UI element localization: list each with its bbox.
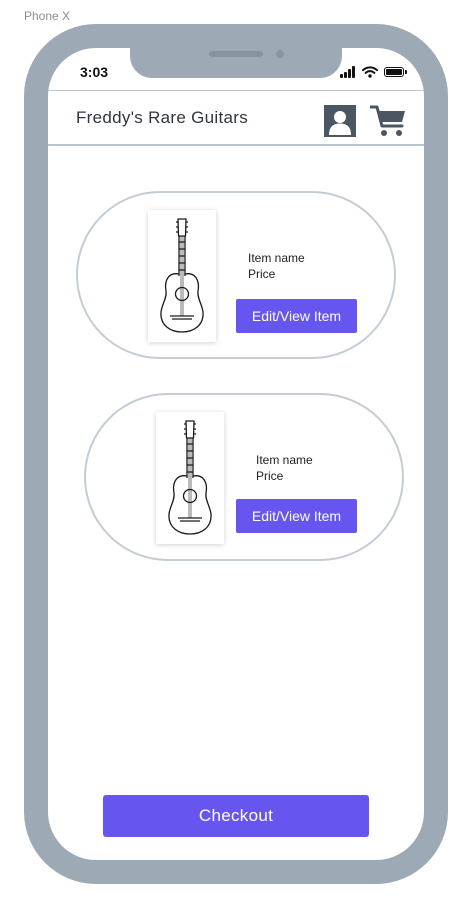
item-image (156, 412, 224, 544)
cart-button[interactable] (369, 103, 408, 139)
guitar-icon (160, 218, 204, 333)
item-image (148, 210, 216, 342)
item-card: Item name Price Edit/View Item (84, 393, 404, 561)
edit-view-item-button[interactable]: Edit/View Item (236, 299, 357, 333)
phone-screen: 3:03 Freddy's Rare Guitars Item name Pri… (48, 48, 424, 860)
phone-frame: 3:03 Freddy's Rare Guitars Item name Pri… (24, 24, 448, 884)
signal-icon (340, 66, 358, 78)
item-name: Item name (256, 453, 313, 467)
battery-icon (384, 67, 407, 77)
user-icon (329, 111, 351, 135)
wifi-icon (362, 66, 378, 78)
edit-view-item-button[interactable]: Edit/View Item (236, 499, 357, 533)
front-camera (276, 50, 284, 58)
cart-icon (369, 105, 405, 136)
status-time: 3:03 (80, 64, 109, 80)
item-price: Price (248, 267, 276, 281)
speaker-grille (209, 51, 263, 57)
item-card: Item name Price Edit/View Item (76, 191, 396, 359)
profile-button[interactable] (324, 105, 356, 137)
guitar-icon (168, 420, 212, 535)
checkout-button[interactable]: Checkout (103, 795, 369, 837)
device-label: Phone X (24, 9, 71, 23)
notch (130, 48, 342, 78)
status-icons (340, 66, 408, 80)
item-name: Item name (248, 251, 305, 265)
store-title: Freddy's Rare Guitars (76, 108, 249, 127)
app-header: Freddy's Rare Guitars (48, 90, 424, 146)
item-price: Price (256, 469, 284, 483)
